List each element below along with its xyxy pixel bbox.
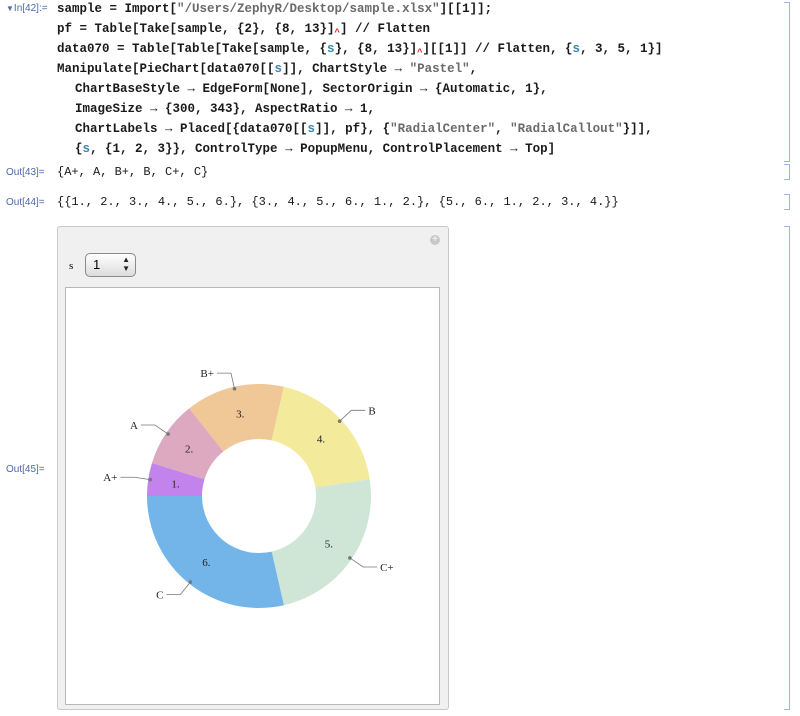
popup-value: 1 bbox=[93, 257, 101, 272]
callout-line bbox=[166, 581, 191, 595]
input-label: ▼In[42]:= bbox=[6, 3, 48, 14]
slice-category-label: B+ bbox=[200, 368, 214, 380]
slice-category-label: A bbox=[130, 420, 138, 432]
code-line-1[interactable]: sample = Import["/Users/ZephyR/Desktop/s… bbox=[57, 2, 492, 16]
callout-line bbox=[339, 409, 366, 422]
slice-category-label: B bbox=[368, 405, 375, 417]
code-line-8[interactable]: {s, {1, 2, 3}}, ControlType → PopupMenu,… bbox=[75, 142, 555, 156]
output-label-44: Out[44]= bbox=[6, 197, 45, 208]
code-line-5[interactable]: ChartBaseStyle → EdgeForm[None], SectorO… bbox=[75, 82, 548, 96]
callout-line bbox=[120, 476, 151, 481]
manipulate-panel: + s 1 ▲ ▼ 1. A+ 2. A 3. B+ 4. B 5. C+ 6. C bbox=[57, 226, 449, 710]
output-44[interactable]: {{1., 2., 3., 4., 5., 6.}, {3., 4., 5., … bbox=[57, 195, 619, 209]
callout-line bbox=[216, 372, 235, 389]
s-popup-menu[interactable]: 1 ▲ ▼ bbox=[85, 253, 136, 277]
control-label: s bbox=[69, 260, 74, 272]
slice-value-label: 5. bbox=[325, 539, 334, 551]
callout-line bbox=[140, 424, 169, 435]
up-down-arrows-icon: ▲ ▼ bbox=[122, 255, 130, 273]
code-line-3[interactable]: data070 = Table[Table[Take[sample, {s}, … bbox=[57, 42, 663, 58]
cell-bracket-out44[interactable] bbox=[784, 194, 790, 210]
output-label-45: Out[45]= bbox=[6, 464, 45, 475]
slice-value-label: 4. bbox=[317, 434, 326, 446]
cell-bracket-out43[interactable] bbox=[784, 164, 790, 180]
donut-chart: 1. A+ 2. A 3. B+ 4. B 5. C+ 6. C bbox=[103, 368, 394, 608]
callout-line bbox=[349, 557, 378, 568]
slice-category-label: C+ bbox=[380, 562, 394, 574]
slice-category-label: A+ bbox=[103, 472, 117, 484]
pie-chart-frame: 1. A+ 2. A 3. B+ 4. B 5. C+ 6. C bbox=[65, 287, 440, 705]
slice-value-label: 2. bbox=[185, 443, 194, 455]
callout-dot bbox=[232, 386, 237, 391]
code-line-7[interactable]: ChartLabels → Placed[{data070[[s]], pf},… bbox=[75, 122, 653, 136]
output-43[interactable]: {A+, A, B+, B, C+, C} bbox=[57, 165, 208, 179]
callout-dot bbox=[166, 432, 170, 436]
pie-slice-C+[interactable] bbox=[271, 479, 371, 606]
code-line-6[interactable]: ImageSize → {300, 343}, AspectRatio → 1, bbox=[75, 102, 375, 116]
cell-bracket-in42[interactable] bbox=[784, 2, 790, 162]
callout-dot bbox=[148, 477, 153, 482]
triangle-icon: ▼ bbox=[6, 4, 14, 13]
cell-bracket-out45[interactable] bbox=[784, 226, 790, 710]
slice-value-label: 6. bbox=[202, 557, 211, 569]
slice-value-label: 1. bbox=[171, 478, 180, 490]
add-pane-icon[interactable]: + bbox=[430, 235, 440, 245]
pie-slice-C[interactable] bbox=[147, 496, 284, 608]
callout-dot bbox=[348, 556, 352, 560]
code-line-4[interactable]: Manipulate[PieChart[data070[[s]], ChartS… bbox=[57, 62, 477, 76]
output-label-43: Out[43]= bbox=[6, 167, 45, 178]
callout-dot bbox=[188, 580, 193, 584]
slice-category-label: C bbox=[156, 590, 163, 602]
slice-value-label: 3. bbox=[236, 409, 245, 421]
code-line-2[interactable]: pf = Table[Take[sample, {2}, {8, 13}]^] … bbox=[57, 22, 430, 38]
callout-dot bbox=[337, 419, 342, 423]
